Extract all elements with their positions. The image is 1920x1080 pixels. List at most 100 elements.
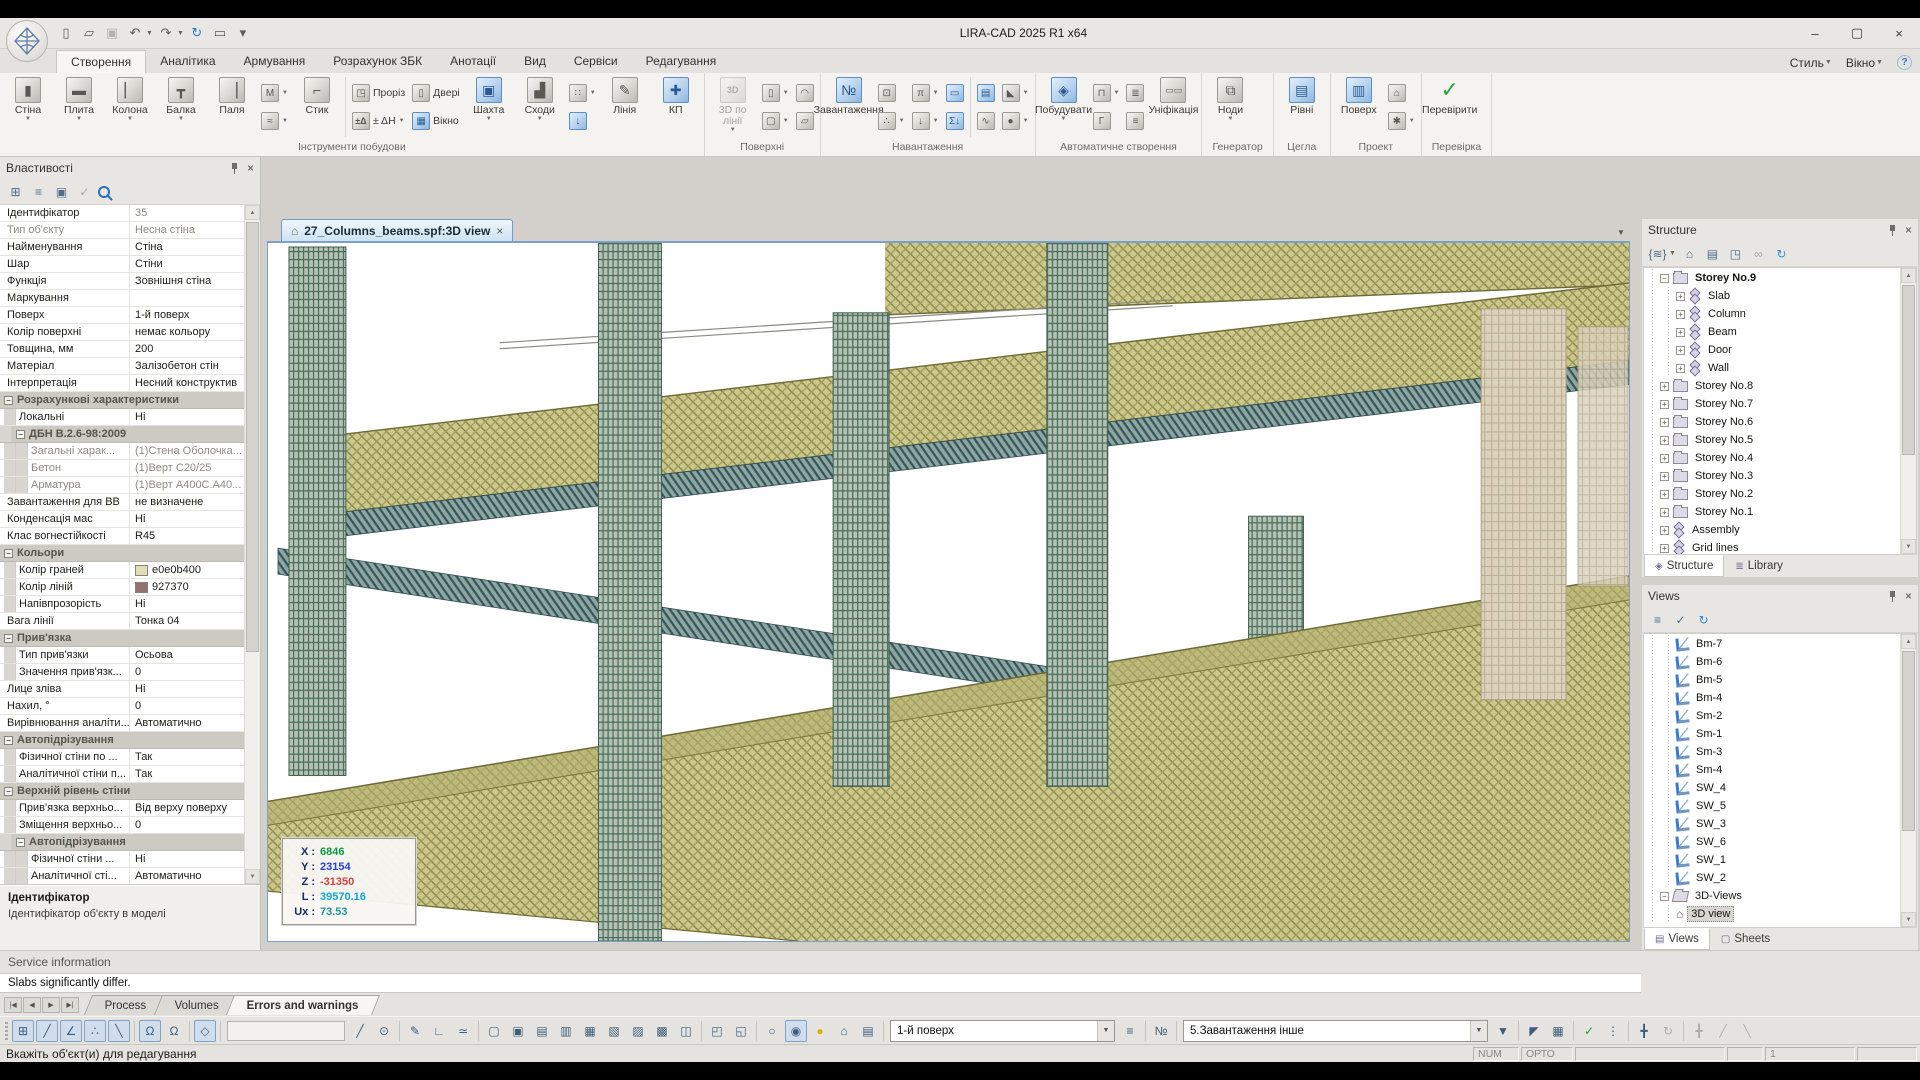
mirror-left-button[interactable]: ╱ (1712, 1020, 1734, 1042)
property-value[interactable]: Тонка 04 (130, 615, 244, 627)
pin-icon[interactable] (1888, 591, 1897, 602)
property-row[interactable]: МатеріалЗалізобетон стін (0, 358, 244, 375)
collapse-icon[interactable]: − (1660, 892, 1669, 901)
tree-item[interactable]: −Storey No.9 (1644, 269, 1900, 287)
property-value[interactable]: (1)Стена Оболочка... (130, 445, 244, 457)
property-row[interactable]: Арматура(1)Верт A400C.A40... (0, 477, 244, 494)
property-row[interactable]: Маркування (0, 290, 244, 307)
draw-pencil-button[interactable]: ✎ (404, 1020, 426, 1042)
dh-button[interactable]: ±Δ± ΔН▼ (349, 108, 408, 134)
collapse-icon[interactable]: − (4, 634, 13, 643)
display-shaded-button[interactable]: ▣ (507, 1020, 529, 1042)
tree-item[interactable]: +Grid lines (1644, 539, 1900, 554)
display-wireframe-button[interactable]: ▢ (483, 1020, 505, 1042)
property-row[interactable]: Лице зліваНі (0, 681, 244, 698)
arch-button[interactable]: ◠ (793, 80, 817, 106)
expand-icon[interactable]: + (1676, 328, 1685, 337)
document-tab[interactable]: ⌂ 27_Columns_beams.spf:3D view × (281, 219, 513, 241)
collapse-icon[interactable]: − (16, 838, 25, 847)
property-value[interactable]: Залізобетон стін (130, 360, 244, 372)
coordinate-input[interactable] (227, 1021, 345, 1041)
property-value[interactable]: (1)Верт C20/25 (130, 462, 244, 474)
tree-item[interactable]: SW_5 (1644, 797, 1900, 815)
home-icon[interactable]: ⌂ (1680, 244, 1699, 263)
tree-item[interactable]: +Storey No.3 (1644, 467, 1900, 485)
property-row[interactable]: Вирівнювання аналіти...Автоматично (0, 715, 244, 732)
gearcube-button[interactable]: ✱▼ (1385, 108, 1418, 134)
draw-corner-button[interactable]: ∟ (428, 1020, 450, 1042)
chevron-down-icon[interactable]: ▼ (1470, 1021, 1487, 1041)
ribbon-tab-7[interactable]: Редагування (632, 50, 731, 73)
property-row[interactable]: Значення прив'язк...0 (0, 664, 244, 681)
tree-item[interactable]: +Storey No.1 (1644, 503, 1900, 521)
expand-icon[interactable]: + (1660, 418, 1669, 427)
display-dense-button[interactable]: ▩ (651, 1020, 673, 1042)
draw-segment-button[interactable]: ╱ (349, 1020, 371, 1042)
spring-button[interactable]: ≈▼ (258, 108, 291, 134)
tree-item[interactable]: SW_3 (1644, 815, 1900, 833)
tree-item[interactable]: Sm-3 (1644, 743, 1900, 761)
bulb-selected-button[interactable]: ◉ (785, 1020, 807, 1042)
truck-button[interactable]: ▭ (943, 80, 967, 106)
search-icon[interactable] (98, 186, 110, 198)
property-value[interactable]: 35 (130, 207, 244, 219)
sync-update-button[interactable]: ↻ (187, 23, 207, 43)
collapse-icon[interactable]: − (4, 736, 13, 745)
close-icon[interactable]: × (1905, 589, 1912, 603)
snap-grid-button[interactable]: ⊞ (12, 1020, 34, 1042)
redo-button[interactable]: ↷ (156, 23, 176, 43)
property-row[interactable]: ІнтерпретаціяНесний конструктив (0, 375, 244, 392)
toolbar-grip[interactable] (5, 1022, 8, 1040)
display-hatch-b-button[interactable]: ▨ (627, 1020, 649, 1042)
property-value[interactable]: Несна стіна (130, 224, 244, 236)
chevron-down-icon[interactable]: ▼ (1097, 1021, 1114, 1041)
tree-item[interactable]: Sm-2 (1644, 707, 1900, 725)
build-button[interactable]: ◈Побудувати▼ (1039, 75, 1089, 139)
view-perspective-button[interactable]: ◰ (706, 1020, 728, 1042)
tree-item[interactable]: Sm-1 (1644, 725, 1900, 743)
property-row[interactable]: Аналітичної стіни п...Так (0, 766, 244, 783)
property-row[interactable]: Поверх1-й поверх (0, 307, 244, 324)
truss-button[interactable]: M▼ (258, 80, 291, 106)
tree-item[interactable]: SW_1 (1644, 851, 1900, 869)
panel-tab-sheets[interactable]: ▢Sheets (1710, 928, 1781, 950)
brick-button[interactable]: ▤Рівні (1277, 75, 1327, 139)
alphabetical-view-icon[interactable]: ≡ (29, 182, 48, 201)
properties-scrollbar[interactable]: ▲ ▼ (244, 205, 260, 884)
property-row[interactable]: Колір ліній927370 (0, 579, 244, 596)
property-row[interactable]: Аналітичної сті...Автоматично (0, 868, 244, 884)
property-value[interactable]: не визначене (130, 496, 244, 508)
expand-icon[interactable]: + (1660, 400, 1669, 409)
ribbon-tab-1[interactable]: Аналітика (146, 50, 229, 73)
rotate-tool-button[interactable]: ↻ (1657, 1020, 1679, 1042)
maximize-button[interactable]: ▢ (1836, 20, 1878, 46)
property-section[interactable]: −Верхній рівень стіни (0, 783, 244, 800)
refresh-icon[interactable]: ↻ (1772, 244, 1791, 263)
save-file-button[interactable]: ▣ (102, 23, 122, 43)
property-value[interactable]: Ні (130, 411, 244, 423)
tree-item[interactable]: +Wall (1644, 359, 1900, 377)
draw-circle-button[interactable]: ⊙ (373, 1020, 395, 1042)
joint-button[interactable]: ⌐Стик (292, 75, 342, 139)
close-icon[interactable]: × (1905, 223, 1912, 237)
property-section[interactable]: −Розрахункові характеристики (0, 392, 244, 409)
property-value[interactable]: Стіни (130, 258, 244, 270)
opening-button[interactable]: ◳Проріз (349, 80, 408, 106)
bulb-object-button[interactable]: ⌂ (833, 1020, 855, 1042)
property-row[interactable]: Загальні харак...(1)Стена Оболочка... (0, 443, 244, 460)
expand-icon[interactable]: + (1676, 364, 1685, 373)
expand-icon[interactable]: + (1676, 346, 1685, 355)
table-filter-button[interactable]: ▦ (1547, 1020, 1569, 1042)
pencil-button[interactable]: ✎Лінія (600, 75, 650, 139)
pin-icon[interactable] (230, 163, 239, 174)
display-split-button[interactable]: ◫ (675, 1020, 697, 1042)
snap-line-button[interactable]: ╱ (36, 1020, 58, 1042)
display-lines-button[interactable]: ▤ (531, 1020, 553, 1042)
collapse-icon[interactable]: − (1660, 274, 1669, 283)
expand-icon[interactable]: + (1660, 382, 1669, 391)
open-file-button[interactable]: ▱ (79, 23, 99, 43)
collapse-icon[interactable]: − (4, 396, 13, 405)
wall-button[interactable]: ▮Стіна▼ (3, 75, 53, 139)
snap-points-button[interactable]: ∴ (84, 1020, 106, 1042)
last-tab-icon[interactable]: ▶| (61, 997, 79, 1013)
